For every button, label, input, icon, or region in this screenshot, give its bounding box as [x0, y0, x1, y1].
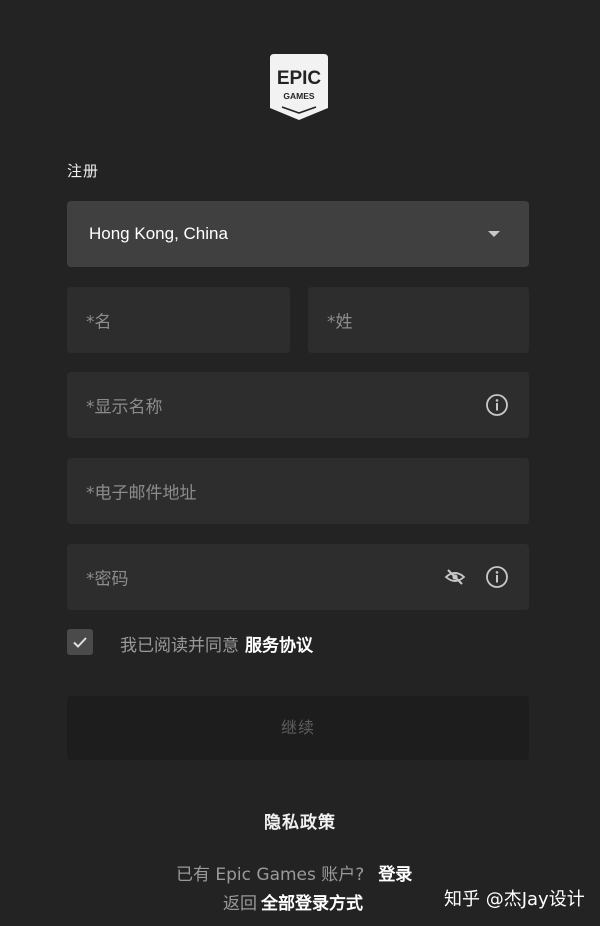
all-login-methods-link[interactable]: 全部登录方式 — [261, 894, 363, 914]
back-prompt: 返回 全部登录方式 — [223, 889, 363, 914]
last-name-field[interactable]: *姓 — [308, 287, 529, 353]
check-icon — [73, 637, 87, 648]
info-icon[interactable] — [485, 393, 509, 417]
password-placeholder: *密码 — [86, 569, 129, 590]
email-field[interactable]: *电子邮件地址 — [67, 458, 529, 524]
svg-text:EPIC: EPIC — [277, 68, 322, 89]
first-name-field[interactable]: *名 — [67, 287, 290, 353]
has-account-text: 已有 Epic Games 账户? — [176, 865, 365, 885]
terms-checkbox[interactable] — [67, 629, 93, 655]
epic-games-logo: EPIC GAMES — [270, 54, 328, 120]
terms-label: 我已阅读并同意 服务协议 — [120, 631, 313, 656]
first-name-placeholder: *名 — [86, 312, 112, 333]
display-name-placeholder: *显示名称 — [86, 397, 163, 418]
login-prompt: 已有 Epic Games 账户? 登录 — [176, 860, 412, 885]
privacy-policy-link[interactable]: 隐私政策 — [0, 808, 600, 833]
email-placeholder: *电子邮件地址 — [86, 483, 197, 504]
login-link[interactable]: 登录 — [378, 865, 412, 885]
continue-button[interactable]: 继续 — [67, 696, 529, 760]
watermark: 知乎 @杰Jay设计 — [444, 889, 585, 910]
eye-off-icon[interactable] — [443, 565, 467, 589]
terms-text: 我已阅读并同意 — [120, 636, 239, 656]
back-text: 返回 — [223, 894, 257, 914]
display-name-field[interactable]: *显示名称 — [67, 372, 529, 438]
terms-of-service-link[interactable]: 服务协议 — [245, 636, 313, 656]
country-select[interactable]: Hong Kong, China — [67, 201, 529, 267]
form-title: 注册 — [67, 162, 100, 180]
svg-text:GAMES: GAMES — [283, 91, 315, 101]
country-value: Hong Kong, China — [89, 224, 228, 243]
epic-games-logo-graphic: EPIC GAMES — [270, 54, 328, 120]
signup-page: EPIC GAMES 注册 Hong Kong, China *名 *姓 *显示… — [0, 0, 600, 926]
last-name-placeholder: *姓 — [327, 312, 353, 333]
info-icon[interactable] — [485, 565, 509, 589]
password-field[interactable]: *密码 — [67, 544, 529, 610]
chevron-down-icon — [488, 231, 500, 237]
